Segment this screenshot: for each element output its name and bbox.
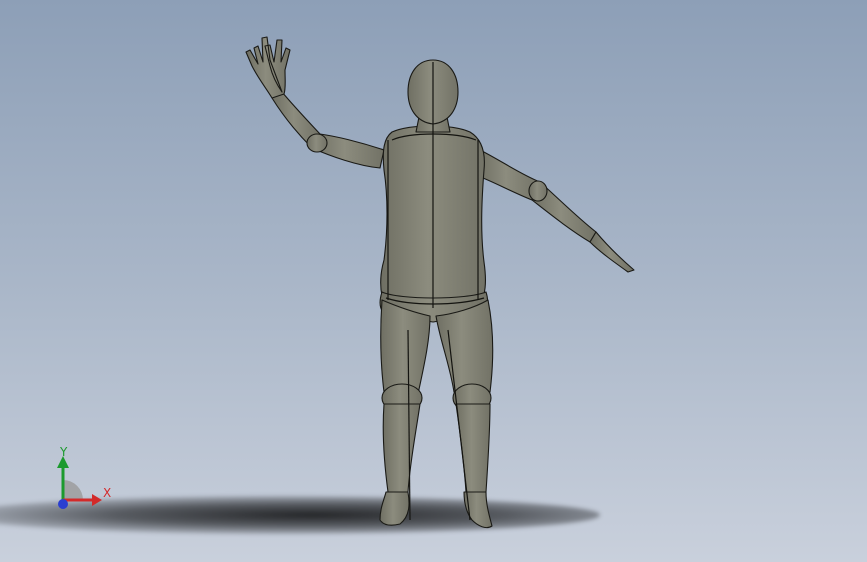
y-axis-label: Y: [60, 445, 68, 459]
z-axis-dot: [58, 499, 68, 509]
right-foot: [463, 491, 493, 529]
raised-hand: [245, 36, 291, 99]
elbow-joint-left: [306, 133, 328, 153]
x-axis-arrow: [92, 494, 102, 506]
coordinate-triad: Y X: [40, 438, 130, 523]
left-foot: [379, 491, 410, 526]
3d-graphics-viewport[interactable]: Y X: [0, 0, 867, 562]
left-shin: [382, 403, 421, 493]
x-axis-label: X: [103, 486, 112, 500]
elbow-joint-right: [528, 180, 548, 202]
human-figure-model[interactable]: [0, 0, 867, 562]
left-thigh: [380, 299, 431, 395]
right-hand: [589, 231, 635, 273]
triad-xy-plane: [63, 480, 83, 500]
triad-graphic: [57, 456, 102, 509]
